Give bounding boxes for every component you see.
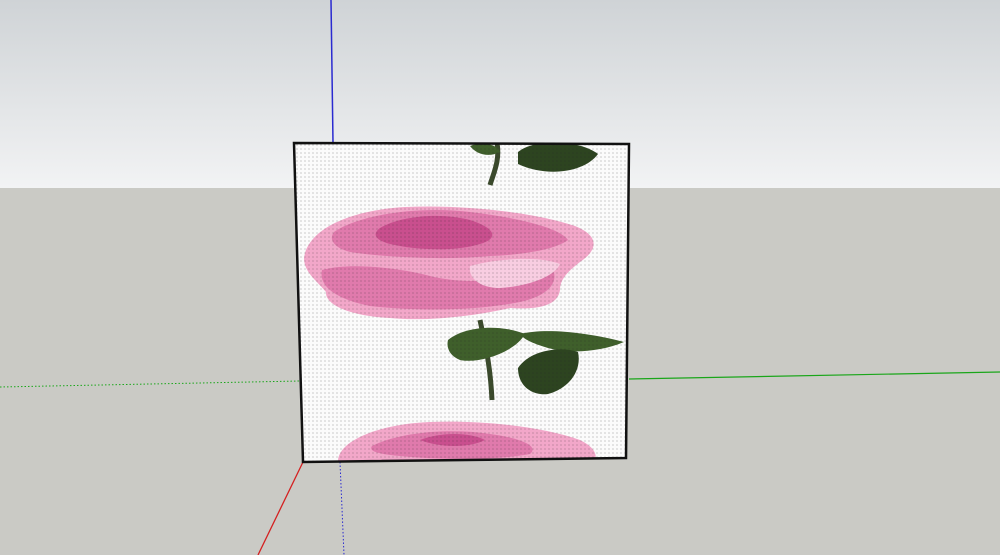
- rose-texture: [294, 143, 629, 462]
- 3d-viewport[interactable]: [0, 0, 1000, 555]
- blue-axis-dotted: [339, 461, 345, 555]
- rose-texture-panel[interactable]: [290, 140, 635, 470]
- scene-canvas[interactable]: [0, 0, 1000, 555]
- green-axis-dotted: [0, 380, 301, 388]
- red-axis-solid: [257, 461, 304, 555]
- dot-screen-overlay: [294, 143, 629, 462]
- blue-axis-solid: [330, 0, 334, 144]
- green-axis-solid: [628, 371, 1000, 380]
